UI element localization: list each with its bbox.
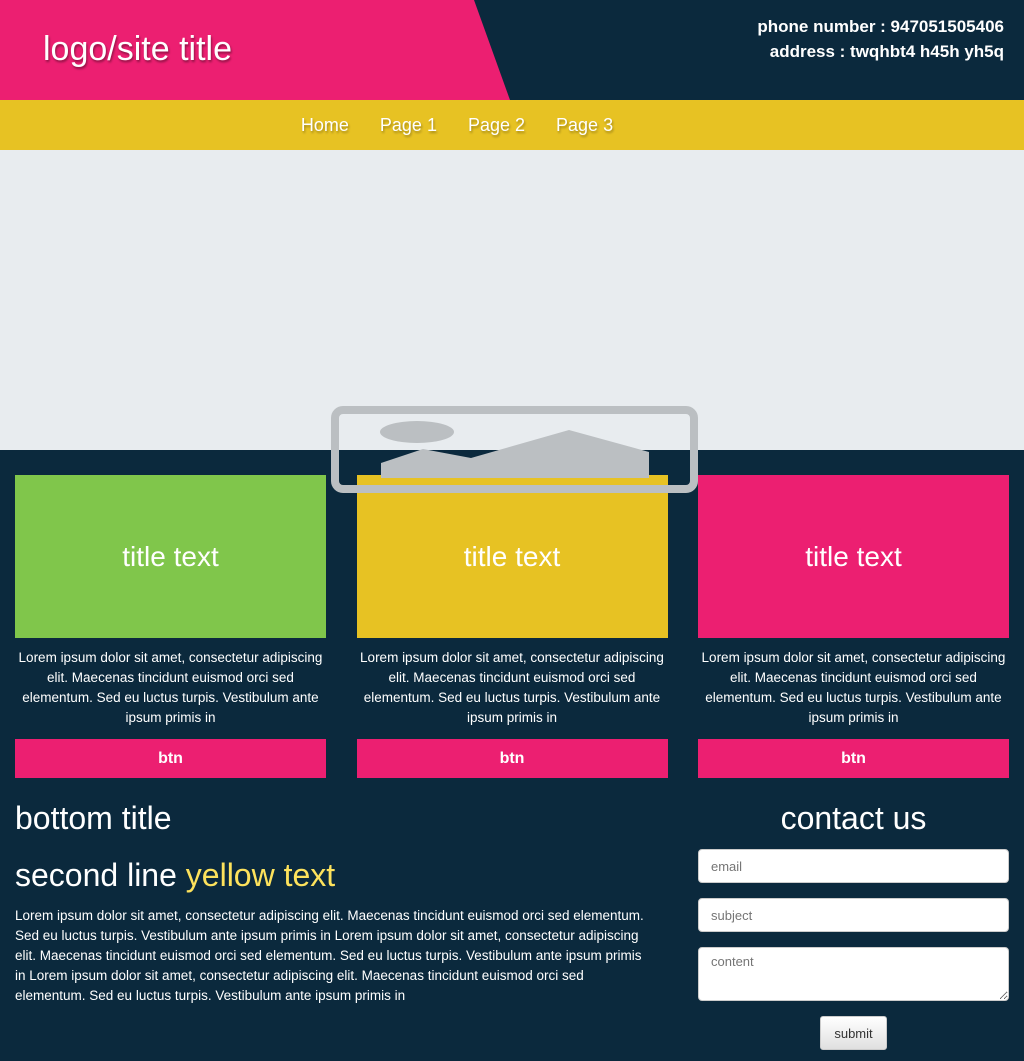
nav-page-3[interactable]: Page 3 bbox=[556, 115, 613, 136]
card-text: Lorem ipsum dolor sit amet, consectetur … bbox=[701, 650, 1006, 725]
address: address : twqhbt4 h45h yh5q bbox=[769, 42, 1004, 61]
bottom-subtitle: second line yellow text bbox=[15, 857, 645, 894]
feature-cards: title text Lorem ipsum dolor sit amet, c… bbox=[0, 450, 1024, 778]
card-title: title text bbox=[15, 475, 326, 638]
card-title: title text bbox=[356, 475, 668, 638]
yellow-text: yellow text bbox=[185, 857, 336, 893]
header: logo/site title phone number : 947051505… bbox=[0, 0, 1024, 100]
card-title: title text bbox=[698, 475, 1009, 638]
hero-banner bbox=[0, 150, 1024, 493]
feature-card: title text Lorem ipsum dolor sit amet, c… bbox=[356, 475, 668, 778]
card-text: Lorem ipsum dolor sit amet, consectetur … bbox=[18, 650, 323, 725]
card-text: Lorem ipsum dolor sit amet, consectetur … bbox=[360, 650, 664, 725]
second-line-text: second line bbox=[15, 857, 177, 893]
main-nav: Home Page 1 Page 2 Page 3 bbox=[0, 100, 1024, 150]
feature-card: title text Lorem ipsum dolor sit amet, c… bbox=[15, 475, 326, 778]
bottom-section: bottom title second line yellow text Lor… bbox=[0, 778, 1024, 1050]
feature-card: title text Lorem ipsum dolor sit amet, c… bbox=[698, 475, 1009, 778]
phone-number: phone number : 947051505406 bbox=[757, 17, 1004, 36]
site-logo[interactable]: logo/site title bbox=[43, 30, 232, 69]
contact-info: phone number : 947051505406 address : tw… bbox=[757, 14, 1004, 64]
card-button[interactable]: btn bbox=[356, 739, 668, 778]
contact-form: contact us submit bbox=[698, 800, 1009, 1050]
contact-title: contact us bbox=[780, 800, 927, 836]
submit-button[interactable]: submit bbox=[820, 1016, 887, 1050]
nav-page-2[interactable]: Page 2 bbox=[468, 115, 525, 136]
image-placeholder-icon bbox=[331, 406, 698, 493]
nav-page-1[interactable]: Page 1 bbox=[380, 115, 437, 136]
nav-home[interactable]: Home bbox=[301, 115, 349, 136]
bottom-content: bottom title second line yellow text Lor… bbox=[15, 800, 645, 1050]
bottom-text: Lorem ipsum dolor sit amet, consectetur … bbox=[15, 908, 644, 1003]
bottom-title: bottom title bbox=[15, 800, 172, 836]
content-textarea[interactable] bbox=[698, 947, 1009, 1001]
card-button[interactable]: btn bbox=[15, 739, 326, 778]
email-input[interactable] bbox=[698, 849, 1009, 883]
subject-input[interactable] bbox=[698, 898, 1009, 932]
card-button[interactable]: btn bbox=[698, 739, 1009, 778]
